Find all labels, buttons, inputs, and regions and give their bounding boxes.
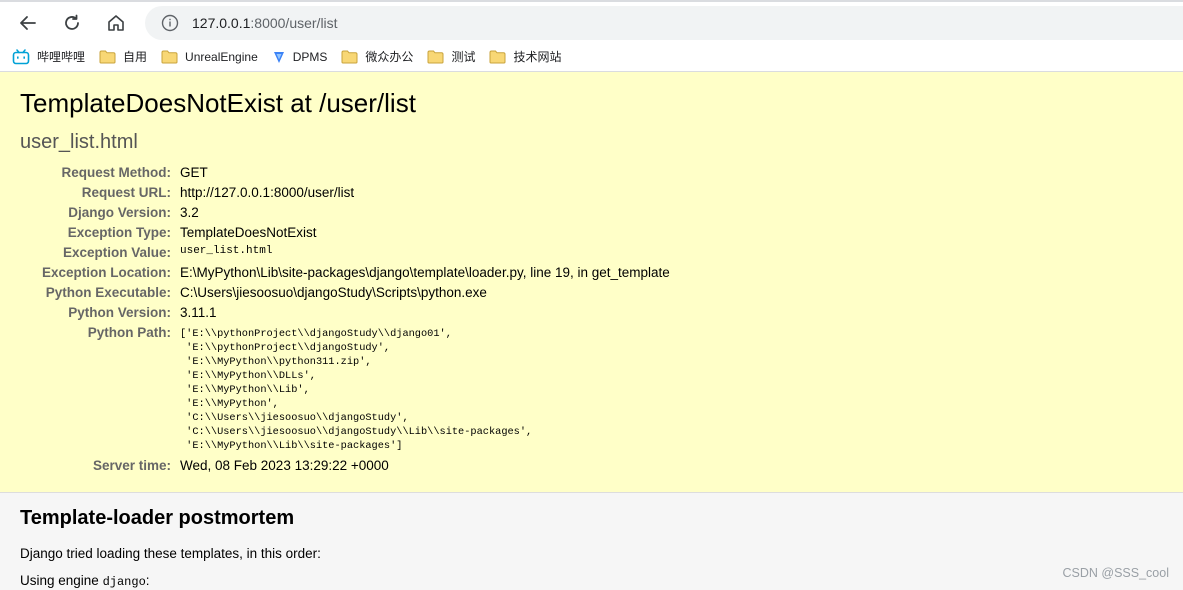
meta-value: ['E:\\pythonProject\\djangoStudy\\django… bbox=[180, 324, 670, 457]
meta-row: Exception Type: TemplateDoesNotExist bbox=[20, 224, 670, 244]
meta-label: Request URL: bbox=[81, 185, 171, 200]
url-text[interactable]: 127.0.0.1:8000/user/list bbox=[192, 15, 338, 31]
exception-subtitle: user_list.html bbox=[20, 131, 138, 153]
postmortem-title: Template-loader postmortem bbox=[20, 507, 295, 529]
reload-button[interactable] bbox=[57, 8, 87, 38]
bookmark-dpms[interactable]: DPMS bbox=[272, 49, 328, 64]
meta-label: Request Method: bbox=[61, 165, 172, 180]
meta-value: 3.11.1 bbox=[180, 305, 217, 320]
arrow-left-icon bbox=[20, 16, 36, 30]
meta-value: user_list.html bbox=[180, 245, 273, 257]
meta-row: Server time: Wed, 08 Feb 2023 13:29:22 +0… bbox=[20, 457, 670, 477]
page-title: TemplateDoesNotExist at /user/list bbox=[20, 88, 416, 118]
reload-icon bbox=[65, 14, 79, 30]
folder-icon bbox=[161, 50, 178, 64]
back-button[interactable] bbox=[13, 8, 43, 38]
bookmark-label: 哔哩哔哩 bbox=[37, 50, 86, 64]
engine-prefix: Using engine bbox=[20, 573, 103, 588]
dpms-icon bbox=[272, 50, 286, 64]
address-bar[interactable]: 127.0.0.1:8000/user/list bbox=[145, 6, 1183, 40]
bookmark-folder-weizhong[interactable]: 微众办公 bbox=[341, 48, 413, 65]
meta-value: GET bbox=[180, 165, 208, 180]
meta-label: Django Version: bbox=[68, 205, 171, 220]
bookmark-label: 自用 bbox=[123, 50, 148, 64]
meta-row: Exception Location: E:\MyPython\Lib\site-… bbox=[20, 264, 670, 284]
bookmark-label: UnrealEngine bbox=[185, 49, 258, 64]
bookmark-label: 微众办公 bbox=[365, 50, 414, 64]
url-host: 127.0.0.1 bbox=[192, 15, 251, 31]
meta-row: Django Version: 3.2 bbox=[20, 204, 670, 224]
engine-line: Using engine django: bbox=[20, 573, 1163, 589]
python-path-list: ['E:\\pythonProject\\djangoStudy\\django… bbox=[180, 328, 533, 452]
bookmark-label: DPMS bbox=[292, 49, 328, 64]
meta-value: http://127.0.0.1:8000/user/list bbox=[180, 185, 355, 200]
bookmarks-bar: 哔哩哔哩 自用 UnrealEngine DPMS 微众办公 测试 技术网站 bbox=[0, 42, 1183, 72]
meta-row: Request URL: http://127.0.0.1:8000/user/l… bbox=[20, 184, 670, 204]
folder-icon bbox=[489, 50, 506, 64]
meta-label: Server time: bbox=[92, 458, 171, 473]
browser-toolbar: 127.0.0.1:8000/user/list bbox=[0, 0, 1183, 42]
meta-value: C:\Users\jiesoosuo\djangoStudy\Scripts\p… bbox=[180, 285, 487, 300]
meta-value: E:\MyPython\Lib\site-packages\django\tem… bbox=[180, 265, 670, 280]
request-meta-table: Request Method: GET Request URL: http://12… bbox=[20, 164, 670, 477]
folder-icon bbox=[427, 50, 444, 64]
meta-label: Python Path: bbox=[87, 325, 171, 340]
bookmark-label: 技术网站 bbox=[513, 50, 562, 64]
url-path: :8000/user/list bbox=[250, 15, 338, 31]
meta-row: Exception Value: user_list.html bbox=[20, 244, 670, 264]
folder-icon bbox=[99, 50, 116, 64]
postmortem-intro: Django tried loading these templates, in… bbox=[20, 546, 321, 561]
bookmark-bilibili[interactable]: 哔哩哔哩 bbox=[12, 48, 85, 65]
bookmark-folder-unrealengine[interactable]: UnrealEngine bbox=[161, 50, 258, 64]
meta-label: Python Executable: bbox=[45, 285, 171, 300]
bookmark-folder-ceshi[interactable]: 测试 bbox=[427, 48, 475, 65]
engine-suffix: : bbox=[145, 573, 150, 588]
meta-label: Exception Type: bbox=[67, 225, 171, 240]
meta-label: Exception Value: bbox=[62, 245, 171, 260]
bookmark-folder-ziyong[interactable]: 自用 bbox=[99, 48, 147, 65]
info-icon[interactable] bbox=[161, 14, 179, 32]
postmortem-section: Template-loader postmortem Django tried … bbox=[0, 493, 1183, 590]
meta-value: Wed, 08 Feb 2023 13:29:22 +0000 bbox=[180, 458, 389, 473]
folder-icon bbox=[341, 50, 358, 64]
home-icon bbox=[108, 15, 124, 31]
meta-label: Exception Location: bbox=[41, 265, 171, 280]
meta-row: Request Method: GET bbox=[20, 164, 670, 184]
error-summary: TemplateDoesNotExist at /user/list user_… bbox=[0, 72, 1183, 493]
meta-row: Python Path: ['E:\\pythonProject\\djangoS… bbox=[20, 324, 670, 457]
meta-value: 3.2 bbox=[180, 205, 199, 220]
bilibili-icon bbox=[12, 48, 30, 65]
csdn-watermark: CSDN @SSS_cool bbox=[1062, 566, 1169, 580]
home-button[interactable] bbox=[101, 8, 131, 38]
meta-value: TemplateDoesNotExist bbox=[180, 225, 317, 240]
bookmark-label: 测试 bbox=[451, 50, 476, 64]
bookmark-folder-jishu[interactable]: 技术网站 bbox=[489, 48, 561, 65]
meta-row: Python Version: 3.11.1 bbox=[20, 304, 670, 324]
meta-label: Python Version: bbox=[68, 305, 171, 320]
meta-row: Python Executable: C:\Users\jiesoosuo\dja… bbox=[20, 284, 670, 304]
engine-name: django bbox=[102, 575, 146, 589]
